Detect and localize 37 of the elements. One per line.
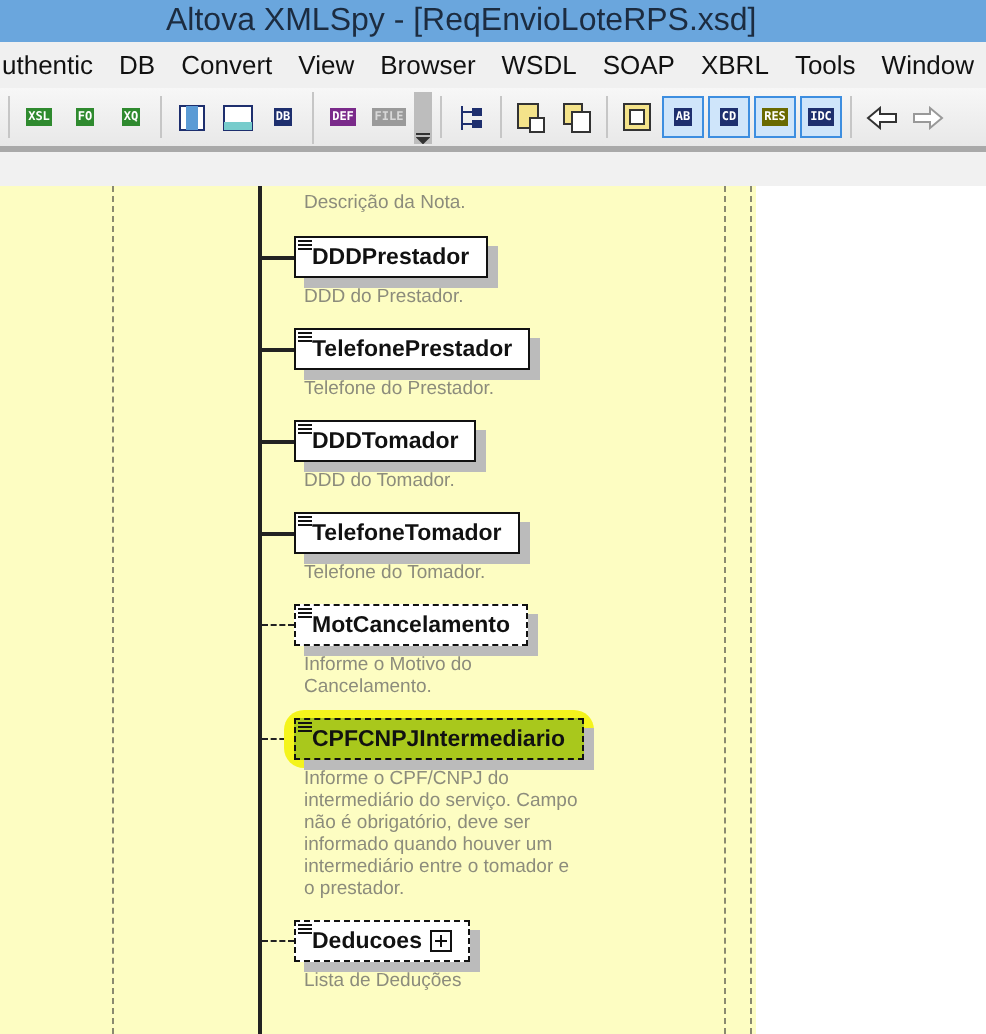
sequence-icon: [298, 722, 312, 734]
sequence-icon: [298, 332, 312, 344]
forward-arrow-icon: [911, 105, 943, 129]
back-arrow-icon: [865, 105, 897, 129]
sequence-icon: [298, 424, 312, 436]
menu-item[interactable]: uthentic: [2, 50, 94, 80]
expand-icon[interactable]: [429, 930, 452, 952]
window-title: Altova XMLSpy - [ReqEnvioLoteRPS.xsd]: [166, 3, 757, 39]
menu-item[interactable]: Browser: [380, 50, 476, 80]
element-description: Telefone do Prestador.: [304, 378, 497, 400]
document-icon: [516, 101, 546, 133]
menu-item[interactable]: Convert: [181, 50, 273, 80]
sequence-icon: [298, 240, 312, 252]
menu-item[interactable]: WSDL: [501, 50, 577, 80]
split-view-icon: [177, 103, 205, 131]
sequence-icon: [298, 516, 312, 528]
sequence-icon: [298, 924, 312, 936]
element-description: Lista de Deduções: [304, 970, 464, 992]
element-description: DDD do Prestador.: [304, 286, 466, 308]
pages-icon: [562, 101, 592, 133]
element-description: Descrição da Nota.: [304, 192, 468, 214]
sequence-icon: [298, 608, 312, 620]
element-description: Telefone do Tomador.: [304, 562, 488, 584]
element-description: Informe o CPF/CNPJ do intermediário do serviço. Campo não é obrigatório, deve ser informado quando houver um intermediário entre o tomador e o prestador.: [304, 768, 580, 900]
element-description: Informe o Motivo do Cancelamento.: [304, 654, 474, 698]
menu-item[interactable]: DB: [119, 50, 156, 80]
menu-item[interactable]: View: [298, 50, 355, 80]
menu-item[interactable]: SOAP: [602, 50, 675, 80]
window-icon: [221, 103, 253, 131]
toolbar-overflow-button[interactable]: [414, 91, 432, 143]
menu-item[interactable]: XBRL: [700, 50, 769, 80]
menu-item[interactable]: Tools: [794, 50, 856, 80]
tree-icon: [457, 101, 485, 133]
dropdown-arrow-icon: [416, 131, 430, 143]
element-description: DDD do Tomador.: [304, 470, 457, 492]
frame-icon: [622, 102, 652, 132]
menu-item[interactable]: Window: [881, 50, 975, 80]
